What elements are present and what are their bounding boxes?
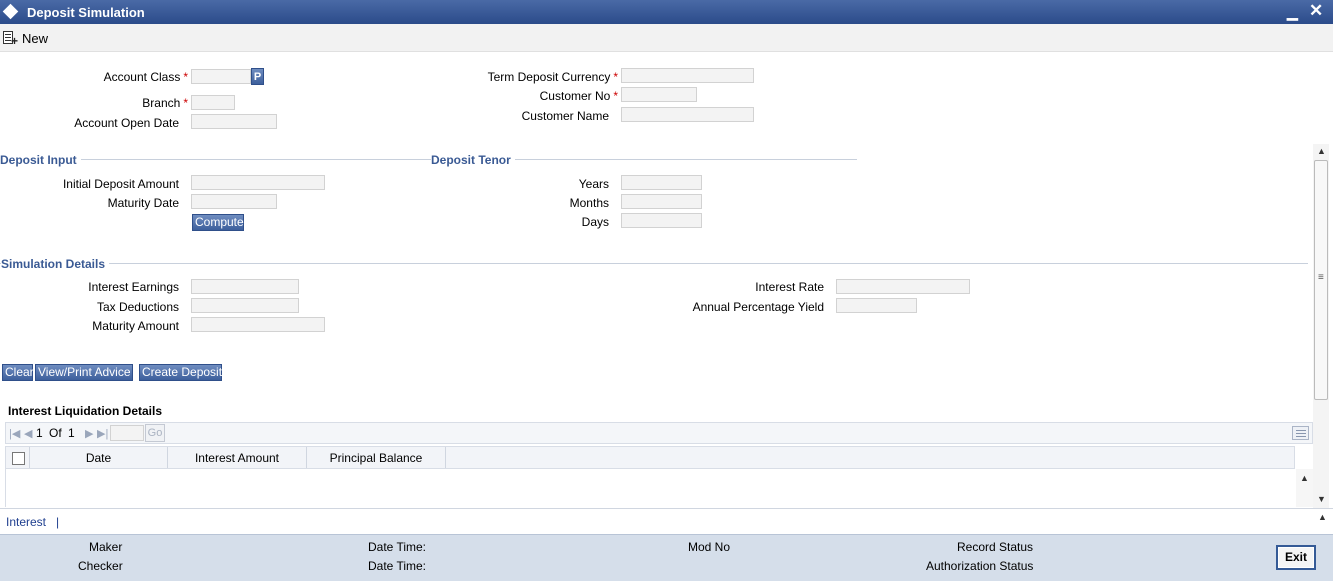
deposit-input-title: Deposit Input <box>0 153 81 167</box>
interest-liquidation-details-title: Interest Liquidation Details <box>8 404 163 418</box>
account-class-lov-button[interactable]: P <box>251 68 264 85</box>
customer-no-label: Customer No * <box>539 89 618 103</box>
customer-no-field[interactable] <box>621 87 697 102</box>
new-button-label: New <box>22 30 49 46</box>
checker-label: Checker <box>78 559 123 573</box>
previous-page-icon[interactable]: ◀ <box>24 427 32 440</box>
interest-earnings-label: Interest Earnings <box>88 280 179 294</box>
window-title: Deposit Simulation <box>27 5 145 20</box>
grid-body <box>5 469 1295 507</box>
first-page-icon[interactable]: |◀ <box>9 427 20 440</box>
annual-percentage-yield-label: Annual Percentage Yield <box>692 300 824 314</box>
term-deposit-currency-field[interactable] <box>621 68 754 83</box>
page-of-label: Of <box>49 426 62 440</box>
tab-interest[interactable]: Interest <box>6 515 46 529</box>
maturity-amount-field[interactable] <box>191 317 325 332</box>
account-open-date-field[interactable] <box>191 114 277 129</box>
select-all-checkbox[interactable] <box>12 452 25 465</box>
grid-settings-icon[interactable] <box>1292 426 1309 440</box>
initial-deposit-amount-field[interactable] <box>191 175 325 190</box>
column-header-interest-amount[interactable]: Interest Amount <box>168 451 306 465</box>
years-field[interactable] <box>621 175 702 190</box>
title-bar: Deposit Simulation ▁ ✕ <box>0 0 1333 24</box>
days-label: Days <box>581 215 609 229</box>
view-print-advice-button[interactable]: View/Print Advice <box>35 364 133 381</box>
audit-footer: Maker Checker Date Time: Date Time: Mod … <box>0 534 1333 581</box>
tab-bar: Interest | ▲ <box>0 508 1333 534</box>
interest-rate-label: Interest Rate <box>755 280 824 294</box>
years-label: Years <box>578 177 609 191</box>
maker-label: Maker <box>89 540 123 554</box>
account-class-label: Account Class * <box>103 70 188 84</box>
main-scrollbar[interactable]: ▲ ≡ ▼ <box>1313 144 1329 508</box>
branch-label: Branch * <box>142 96 188 110</box>
last-page-icon[interactable]: ▶| <box>97 427 108 440</box>
create-deposit-button[interactable]: Create Deposit <box>139 364 222 381</box>
grid-pagination-bar: |◀ ◀ 1 Of 1 ▶ ▶| Go <box>5 422 1313 444</box>
new-button[interactable]: + New <box>2 29 48 47</box>
tax-deductions-label: Tax Deductions <box>96 300 179 314</box>
annual-percentage-yield-field[interactable] <box>836 298 917 313</box>
grid-scroll-up-icon[interactable]: ▲ <box>1300 473 1309 483</box>
scroll-down-icon[interactable]: ▼ <box>1317 494 1326 504</box>
toolbar: + New <box>0 24 1333 52</box>
account-class-field[interactable] <box>191 69 251 84</box>
interest-rate-field[interactable] <box>836 279 970 294</box>
months-field[interactable] <box>621 194 702 209</box>
tax-deductions-field[interactable] <box>191 298 299 313</box>
scroll-up-icon[interactable]: ▲ <box>1317 146 1326 156</box>
app-logo-icon <box>2 3 19 20</box>
authorization-status-label: Authorization Status <box>926 559 1034 573</box>
branch-field[interactable] <box>191 95 235 110</box>
minimize-icon[interactable]: ▁ <box>1287 4 1298 21</box>
column-header-date[interactable]: Date <box>30 451 167 465</box>
new-document-icon: + <box>2 30 18 47</box>
next-page-icon[interactable]: ▶ <box>85 427 93 440</box>
maturity-amount-label: Maturity Amount <box>92 319 179 333</box>
checker-date-time-label: Date Time: <box>368 559 427 573</box>
maker-date-time-label: Date Time: <box>368 540 427 554</box>
maturity-date-field[interactable] <box>191 194 277 209</box>
maturity-date-label: Maturity Date <box>107 196 179 210</box>
current-page-number: 1 <box>36 426 43 440</box>
compute-button[interactable]: Compute <box>192 214 244 231</box>
grid-scrollbar[interactable]: ▲ <box>1296 469 1313 507</box>
record-status-label: Record Status <box>957 540 1034 554</box>
days-field[interactable] <box>621 213 702 228</box>
tab-scroll-up-icon[interactable]: ▲ <box>1318 512 1327 522</box>
exit-button[interactable]: Exit <box>1276 545 1316 570</box>
simulation-details-divider <box>0 263 1308 264</box>
deposit-input-divider <box>0 159 857 160</box>
go-to-page-input[interactable] <box>110 425 144 441</box>
customer-name-label: Customer Name <box>521 109 609 123</box>
account-open-date-label: Account Open Date <box>74 116 179 130</box>
clear-button[interactable]: Clear <box>2 364 34 381</box>
total-pages: 1 <box>68 426 75 440</box>
column-header-principal-balance[interactable]: Principal Balance <box>307 451 445 465</box>
close-icon[interactable]: ✕ <box>1309 1 1323 21</box>
go-button[interactable]: Go <box>145 424 165 442</box>
tab-separator: | <box>56 515 60 529</box>
deposit-tenor-title: Deposit Tenor <box>431 153 515 167</box>
mod-no-label: Mod No <box>688 540 731 554</box>
months-label: Months <box>569 196 609 210</box>
simulation-details-title: Simulation Details <box>1 257 110 271</box>
term-deposit-currency-label: Term Deposit Currency * <box>487 70 618 84</box>
customer-name-field[interactable] <box>621 107 754 122</box>
scrollbar-grip-icon: ≡ <box>1318 272 1324 283</box>
grid-header-row: Date Interest Amount Principal Balance <box>5 446 1295 469</box>
interest-earnings-field[interactable] <box>191 279 299 294</box>
initial-deposit-amount-label: Initial Deposit Amount <box>62 177 179 191</box>
